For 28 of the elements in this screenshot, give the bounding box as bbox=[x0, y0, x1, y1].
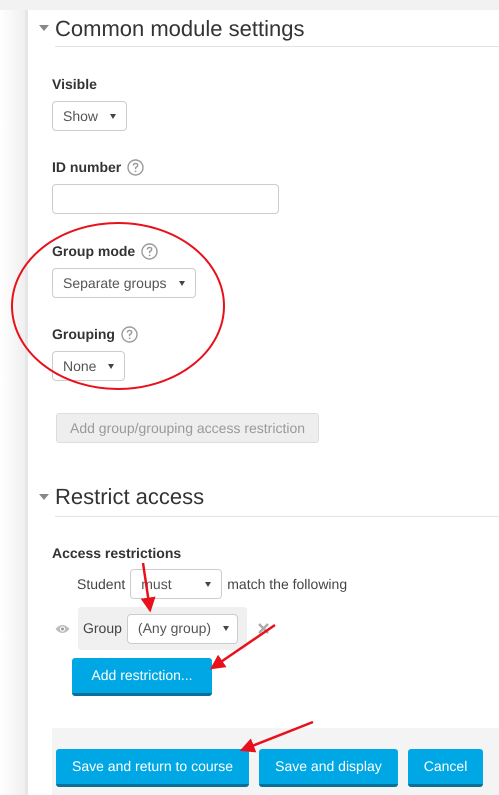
caret-icon bbox=[108, 364, 114, 368]
help-icon[interactable] bbox=[141, 242, 158, 260]
student-label: Student bbox=[77, 574, 126, 594]
dropdown-select[interactable]: Show bbox=[52, 101, 128, 131]
dropdown-select[interactable]: (Any group) bbox=[126, 614, 238, 644]
match-label: match the following bbox=[227, 574, 348, 594]
field-label: Access restrictions bbox=[52, 544, 182, 563]
caret-icon bbox=[110, 114, 116, 118]
caret-icon bbox=[178, 280, 185, 286]
dropdown-select[interactable]: None bbox=[52, 351, 126, 381]
eye-icon[interactable] bbox=[55, 624, 70, 634]
help-icon[interactable] bbox=[127, 158, 144, 176]
collapse-triangle-icon[interactable] bbox=[39, 494, 49, 500]
help-icon[interactable] bbox=[121, 326, 138, 342]
field-label: Group mode bbox=[52, 242, 136, 261]
dropdown-select[interactable]: Separate groups bbox=[52, 268, 196, 298]
field-label: ID number bbox=[52, 158, 122, 176]
caret-icon bbox=[205, 582, 212, 586]
condition-label: Group bbox=[83, 619, 122, 638]
section-title[interactable]: Restrict access bbox=[55, 480, 204, 513]
text-field[interactable] bbox=[52, 184, 279, 214]
field-label: Visible bbox=[52, 74, 97, 94]
caret-icon bbox=[223, 626, 230, 631]
collapse-triangle-icon[interactable] bbox=[39, 25, 49, 31]
section-title[interactable]: Common module settings bbox=[55, 12, 304, 44]
annotation-arrow bbox=[210, 624, 276, 670]
field-label: Grouping bbox=[52, 324, 115, 344]
delete-icon[interactable] bbox=[258, 623, 269, 634]
